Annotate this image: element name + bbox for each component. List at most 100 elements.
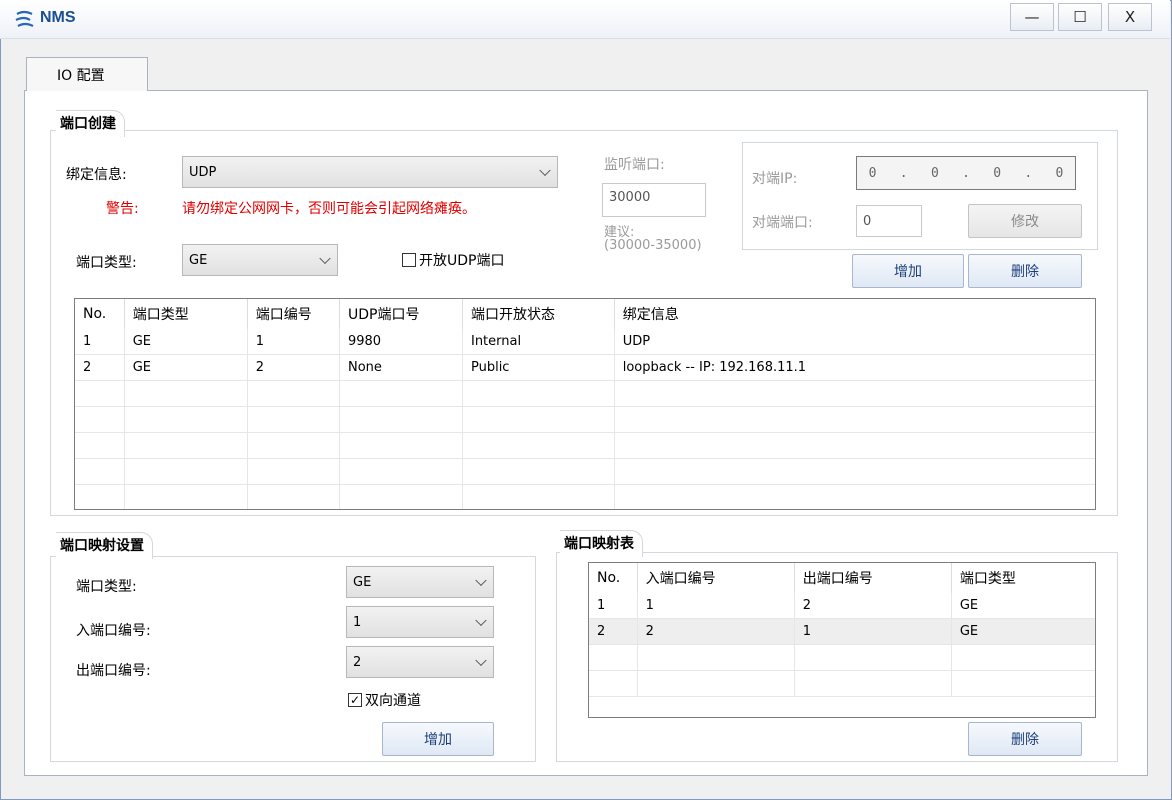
table-cell bbox=[589, 670, 638, 697]
in-port-select[interactable]: 1 bbox=[346, 606, 494, 638]
table-cell bbox=[614, 484, 1095, 509]
column-header[interactable]: No. bbox=[589, 563, 638, 593]
table-cell bbox=[951, 644, 1095, 671]
mapping-setup-title: 端口映射设置 bbox=[56, 532, 153, 559]
mapping-port-type-select[interactable]: GE bbox=[346, 566, 494, 598]
table-cell: 2 bbox=[247, 354, 340, 381]
port-create-title: 端口创建 bbox=[56, 110, 125, 137]
table-cell: GE bbox=[951, 618, 1095, 645]
close-button[interactable]: X bbox=[1108, 3, 1152, 31]
table-row[interactable] bbox=[75, 432, 1095, 459]
warning-text: 请勿绑定公网网卡，否则可能会引起网络瘫痪。 bbox=[182, 201, 476, 217]
suggest-range: (30000-35000) bbox=[604, 238, 702, 253]
table-cell: GE bbox=[124, 354, 248, 381]
bind-info-value: UDP bbox=[189, 164, 217, 180]
table-cell: 1 bbox=[589, 593, 638, 619]
table-cell bbox=[124, 484, 248, 509]
column-header[interactable]: 绑定信息 bbox=[614, 299, 1095, 329]
table-cell bbox=[614, 406, 1095, 433]
column-header[interactable]: 端口开放状态 bbox=[462, 299, 615, 329]
peer-ip-input[interactable]: 0 . 0 . 0 . 0 bbox=[856, 156, 1076, 190]
add-mapping-button[interactable]: 增加 bbox=[382, 722, 494, 756]
open-udp-checkbox[interactable]: 开放UDP端口 bbox=[402, 250, 504, 270]
peer-ip-octet-1: 0 bbox=[868, 165, 877, 181]
table-cell bbox=[614, 432, 1095, 459]
table-cell bbox=[247, 406, 340, 433]
table-row[interactable] bbox=[589, 670, 1095, 697]
table-cell bbox=[462, 380, 615, 407]
table-row[interactable] bbox=[589, 644, 1095, 671]
table-row[interactable] bbox=[75, 406, 1095, 433]
table-cell: 2 bbox=[794, 593, 952, 619]
add-port-button[interactable]: 增加 bbox=[852, 254, 964, 288]
table-cell bbox=[462, 432, 615, 459]
bind-info-label: 绑定信息: bbox=[66, 167, 127, 183]
in-port-value: 1 bbox=[353, 614, 362, 630]
table-cell: 1 bbox=[247, 329, 340, 355]
column-header[interactable]: 端口编号 bbox=[247, 299, 340, 329]
bind-info-select[interactable]: UDP bbox=[182, 156, 558, 188]
table-row[interactable]: 2 GE 2 None Public loopback -- IP: 192.168.11… bbox=[75, 354, 1095, 381]
table-cell: 9980 bbox=[339, 329, 463, 355]
table-cell: 1 bbox=[637, 593, 795, 619]
out-port-label: 出端口编号: bbox=[76, 663, 151, 679]
mapping-port-type-value: GE bbox=[353, 574, 372, 590]
table-row[interactable] bbox=[75, 380, 1095, 407]
column-header[interactable]: 端口类型 bbox=[951, 563, 1095, 593]
maximize-button[interactable]: ☐ bbox=[1058, 3, 1102, 31]
bidirectional-checkbox[interactable]: ✓ 双向通道 bbox=[348, 690, 421, 710]
title-bar[interactable] bbox=[0, 0, 1170, 39]
peer-ip-octet-4: 0 bbox=[1055, 165, 1064, 181]
chevron-down-icon bbox=[475, 654, 487, 667]
bidirectional-label: 双向通道 bbox=[365, 693, 421, 709]
table-cell bbox=[339, 458, 463, 485]
peer-port-label: 对端端口: bbox=[752, 215, 813, 231]
table-cell bbox=[75, 458, 125, 485]
table-cell bbox=[75, 406, 125, 433]
delete-port-button[interactable]: 删除 bbox=[968, 254, 1082, 288]
table-cell bbox=[339, 484, 463, 509]
table-cell bbox=[614, 380, 1095, 407]
port-type-select[interactable]: GE bbox=[182, 244, 338, 276]
table-cell: 2 bbox=[637, 618, 795, 645]
delete-mapping-button[interactable]: 删除 bbox=[968, 722, 1082, 756]
table-row[interactable] bbox=[75, 458, 1095, 485]
app-logo-icon bbox=[15, 10, 34, 27]
table-cell bbox=[794, 644, 952, 671]
port-table[interactable]: No. 端口类型 端口编号 UDP端口号 端口开放状态 绑定信息 1 GE 1 9980 Inte… bbox=[74, 298, 1096, 510]
table-cell: UDP bbox=[614, 329, 1095, 355]
table-cell bbox=[75, 432, 125, 459]
chevron-down-icon bbox=[539, 164, 551, 177]
column-header[interactable]: UDP端口号 bbox=[339, 299, 463, 329]
table-cell bbox=[75, 380, 125, 407]
table-cell bbox=[247, 484, 340, 509]
table-row[interactable] bbox=[75, 484, 1095, 509]
listen-port-input[interactable]: 30000 bbox=[602, 183, 706, 217]
table-cell bbox=[462, 406, 615, 433]
table-cell bbox=[124, 432, 248, 459]
tab-io-config[interactable]: IO 配置 bbox=[26, 57, 148, 91]
out-port-select[interactable]: 2 bbox=[346, 646, 494, 678]
column-header[interactable]: 入端口编号 bbox=[637, 563, 795, 593]
table-row[interactable]: 1 1 2 GE bbox=[589, 593, 1095, 619]
table-cell bbox=[339, 406, 463, 433]
column-header[interactable]: 端口类型 bbox=[124, 299, 248, 329]
minimize-icon: — bbox=[1024, 8, 1040, 26]
minimize-button[interactable]: — bbox=[1010, 3, 1054, 31]
port-type-label: 端口类型: bbox=[76, 255, 137, 271]
peer-ip-label: 对端IP: bbox=[752, 171, 798, 187]
maximize-icon: ☐ bbox=[1073, 8, 1087, 26]
table-cell bbox=[462, 458, 615, 485]
table-cell bbox=[247, 380, 340, 407]
table-row[interactable]: 1 GE 1 9980 Internal UDP bbox=[75, 329, 1095, 355]
table-row[interactable]: 2 2 1 GE bbox=[589, 618, 1095, 645]
peer-ip-octet-3: 0 bbox=[993, 165, 1002, 181]
peer-port-value: 0 bbox=[863, 213, 872, 229]
table-cell bbox=[247, 458, 340, 485]
warning-label: 警告: bbox=[106, 201, 139, 217]
modify-button[interactable]: 修改 bbox=[968, 204, 1082, 238]
peer-port-input[interactable]: 0 bbox=[856, 205, 922, 237]
column-header[interactable]: 出端口编号 bbox=[794, 563, 952, 593]
mapping-table[interactable]: No. 入端口编号 出端口编号 端口类型 1 1 2 GE 2 2 1 GE bbox=[588, 562, 1096, 718]
column-header[interactable]: No. bbox=[75, 299, 125, 329]
